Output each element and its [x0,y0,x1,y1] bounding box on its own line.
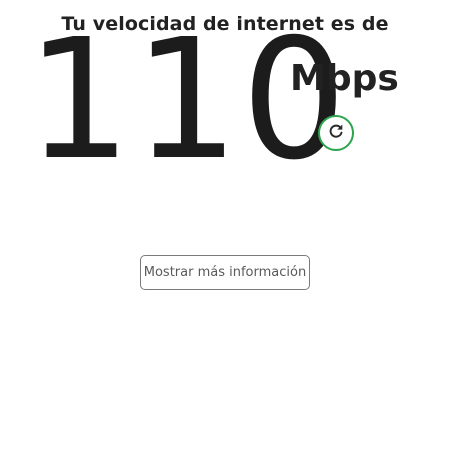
speed-value: 110 [26,4,349,197]
refresh-button[interactable] [318,115,354,151]
refresh-icon [327,122,345,145]
show-more-info-button[interactable]: Mostrar más información [140,255,310,290]
speed-unit: Mbps [290,58,399,99]
